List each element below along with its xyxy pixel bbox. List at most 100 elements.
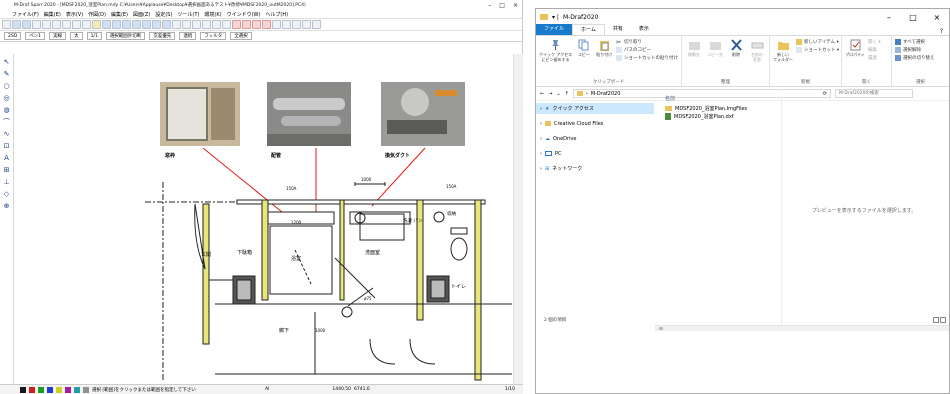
hatch-tool-icon[interactable]: ⊞ xyxy=(2,166,12,175)
point-tool-icon[interactable]: ⊕ xyxy=(2,202,12,211)
zoom-all-icon[interactable] xyxy=(142,20,151,29)
select-tool-icon[interactable]: ↖ xyxy=(2,58,12,67)
polar-icon[interactable] xyxy=(212,20,221,29)
grid-snap-icon[interactable] xyxy=(192,20,201,29)
color-swatch-gray[interactable] xyxy=(83,386,89,393)
snap-priority-button[interactable]: 交差優先 xyxy=(149,32,176,40)
color-swatch-green[interactable] xyxy=(38,386,44,393)
midpoint-snap-icon[interactable] xyxy=(242,20,251,29)
save-icon[interactable] xyxy=(22,20,31,29)
forward-icon[interactable]: → xyxy=(548,91,552,97)
tab-home[interactable]: ホーム xyxy=(572,24,605,35)
undo-icon[interactable] xyxy=(72,20,81,29)
tab-view[interactable]: 表示 xyxy=(631,24,657,35)
intersection-snap-icon[interactable] xyxy=(262,20,271,29)
maximize-button[interactable]: □ xyxy=(499,2,505,9)
new-item-button[interactable]: 新しいアイテム ▾ xyxy=(796,39,839,45)
up-icon[interactable]: ↑ xyxy=(565,91,569,97)
close-button[interactable]: × xyxy=(925,13,949,22)
color-swatch-cyan[interactable] xyxy=(74,386,80,393)
text-tool-icon[interactable]: A xyxy=(2,154,12,163)
menu-settings[interactable]: 設定(S) xyxy=(155,11,172,18)
center-snap-icon[interactable] xyxy=(252,20,261,29)
help-icon[interactable]: ? xyxy=(940,28,949,35)
cut-button[interactable]: ✂ 切り取り xyxy=(616,39,678,46)
ortho-icon[interactable] xyxy=(202,20,211,29)
color-swatch-black[interactable] xyxy=(20,386,26,393)
nearest-snap-icon[interactable] xyxy=(292,20,301,29)
menu-window[interactable]: ウインドウ(W) xyxy=(227,11,261,18)
line-tool-icon[interactable]: ✎ xyxy=(2,70,12,79)
layer-icon[interactable] xyxy=(102,20,111,29)
help-icon[interactable] xyxy=(312,20,321,29)
invert-selection-button[interactable]: 選択の切り替え xyxy=(895,55,935,61)
scroll-thumb[interactable] xyxy=(659,327,663,330)
list-item[interactable]: MDSF2020_浴室Plan.dxf xyxy=(661,112,776,120)
nav-item-quick-access[interactable]: › ★ クイック アクセス xyxy=(536,103,654,114)
zoom-window-icon[interactable] xyxy=(132,20,141,29)
color-swatch-yellow[interactable] xyxy=(56,386,62,393)
quick-access-toolbar[interactable]: ▾ | xyxy=(552,14,559,21)
large-icons-view-icon[interactable] xyxy=(940,317,946,323)
zoom-out-icon[interactable] xyxy=(122,20,131,29)
copy-icon[interactable] xyxy=(52,20,61,29)
concentric-tool-icon[interactable]: ◎ xyxy=(2,94,12,103)
symbol-tool-icon[interactable]: ◇ xyxy=(2,190,12,199)
minimize-button[interactable]: – xyxy=(488,2,491,9)
paste-shortcut-button[interactable]: ショートカットの貼り付け xyxy=(615,55,678,61)
color-swatch-purple[interactable] xyxy=(65,386,71,393)
menu-file[interactable]: ファイル(F) xyxy=(12,11,39,18)
cad-vertical-scrollbar[interactable] xyxy=(513,54,523,384)
easy-access-button[interactable]: ショートカット ▾ xyxy=(796,47,839,53)
redo-icon[interactable] xyxy=(82,20,91,29)
new-icon[interactable] xyxy=(2,20,11,29)
back-icon[interactable]: ← xyxy=(540,91,544,97)
redraw-icon[interactable] xyxy=(162,20,171,29)
menu-env[interactable]: 環境(K) xyxy=(204,11,221,18)
list-item[interactable]: MDSF2020_浴室Plan.ImgFiles xyxy=(661,104,776,112)
pan-icon[interactable] xyxy=(152,20,161,29)
maximize-button[interactable]: □ xyxy=(901,13,925,22)
cad-drawing-canvas[interactable]: 窓枠 配管 換気ダクト 玄関 下駄箱 浴室 洗面室 洗濯 パン トイレ 廊下 収… xyxy=(15,54,515,382)
continuous-mode-button[interactable]: 連続 xyxy=(179,32,197,40)
column-header-name[interactable]: 名前 xyxy=(661,95,776,104)
tangent-snap-icon[interactable] xyxy=(282,20,291,29)
print-icon[interactable] xyxy=(32,20,41,29)
select-all-button[interactable]: 全選択 xyxy=(230,32,252,40)
line-width-select[interactable]: 太 xyxy=(70,32,83,40)
menu-view[interactable]: 表示(V) xyxy=(66,11,83,18)
scale-select[interactable]: 1/1 xyxy=(86,32,102,40)
tab-file[interactable]: ファイル xyxy=(536,24,573,35)
color-swatch-red[interactable] xyxy=(29,386,35,393)
grid-icon[interactable] xyxy=(92,20,101,29)
tab-share[interactable]: 共有 xyxy=(605,24,631,35)
select-all-button[interactable]: すべて選択 xyxy=(895,39,935,45)
perpendicular-snap-icon[interactable] xyxy=(272,20,281,29)
menu-drawing[interactable]: 図面(Z) xyxy=(133,11,150,18)
select-none-button[interactable]: 選択解除 xyxy=(895,47,935,53)
minimize-button[interactable]: – xyxy=(877,13,901,22)
filter-button[interactable]: フィルタ xyxy=(200,32,227,40)
menu-tools[interactable]: ツール(T) xyxy=(177,11,199,18)
nav-item-creative-cloud[interactable]: › Creative Cloud Files xyxy=(536,118,654,129)
layer-select[interactable]: 2SD xyxy=(4,32,22,40)
ellipse-tool-icon[interactable]: ◍ xyxy=(2,106,12,115)
details-view-icon[interactable] xyxy=(933,317,939,323)
open-icon[interactable] xyxy=(12,20,21,29)
snap-icon[interactable] xyxy=(182,20,191,29)
nav-item-network[interactable]: › ⊞ ネットワーク xyxy=(536,163,654,174)
osnap-icon[interactable] xyxy=(222,20,231,29)
open-button[interactable]: 開く ▾ xyxy=(868,39,881,45)
menu-help[interactable]: ヘルプ(H) xyxy=(265,11,288,18)
zoom-in-icon[interactable] xyxy=(112,20,121,29)
measure-icon[interactable] xyxy=(172,20,181,29)
close-button[interactable]: × xyxy=(513,2,518,9)
menu-edit2[interactable]: 編集(E) xyxy=(111,11,128,18)
history-button[interactable]: 履歴 xyxy=(868,55,881,61)
arc-tool-icon[interactable]: ⌒ xyxy=(2,118,12,127)
copy-path-button[interactable]: パスのコピー xyxy=(615,47,678,53)
line-type-select[interactable]: 実線 xyxy=(49,32,67,40)
spline-tool-icon[interactable]: ∿ xyxy=(2,130,12,139)
menu-edit[interactable]: 編集(E) xyxy=(44,11,61,18)
endpoint-snap-icon[interactable] xyxy=(232,20,241,29)
